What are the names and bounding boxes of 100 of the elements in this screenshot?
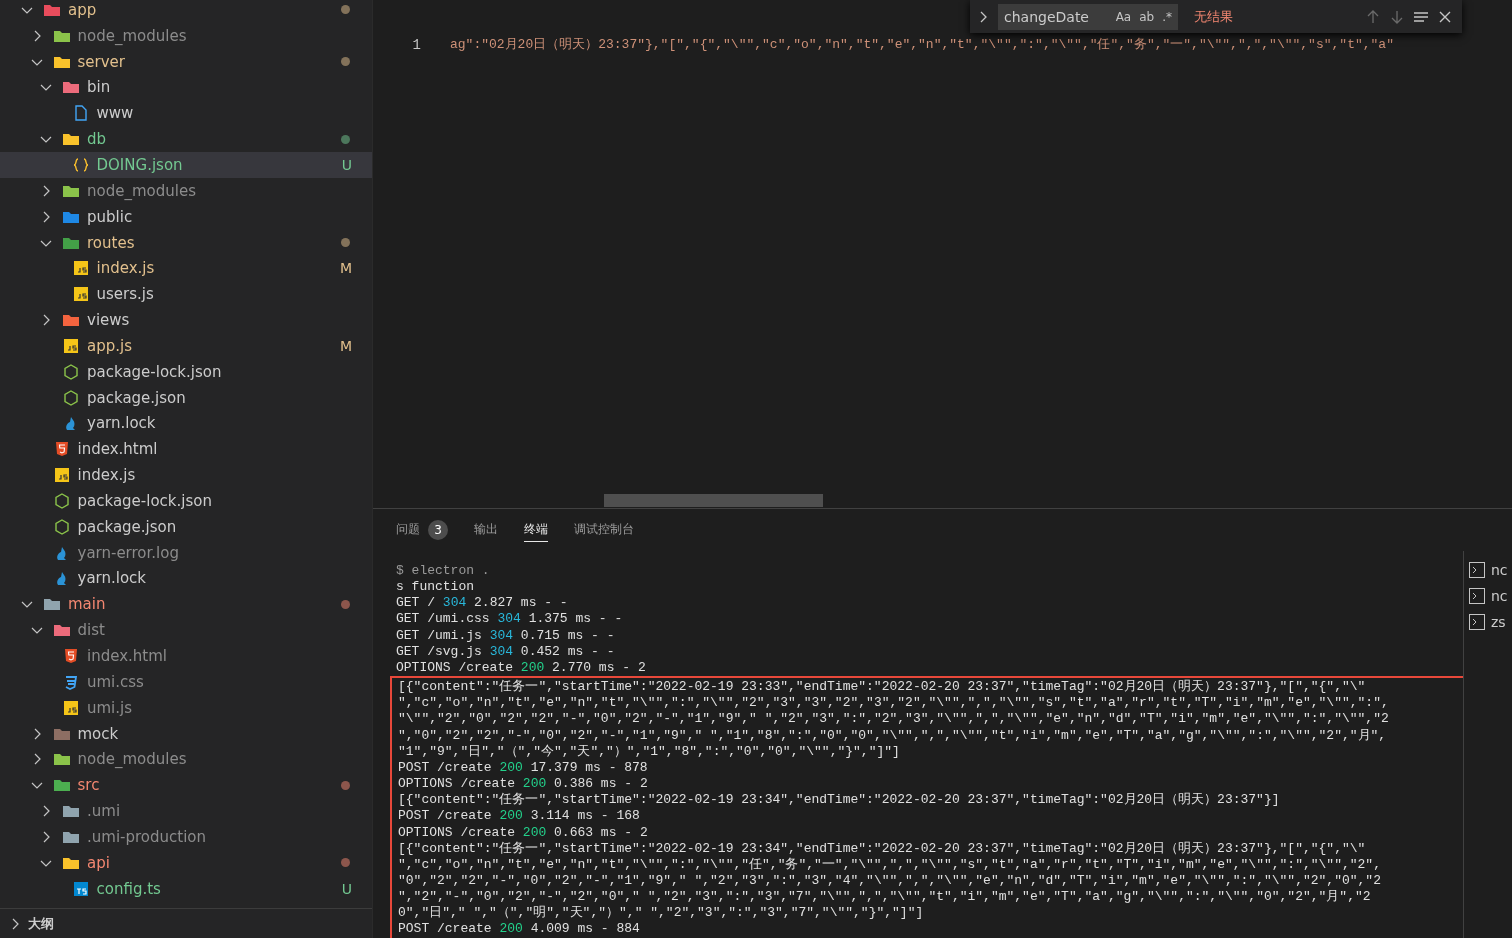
file-item[interactable]: app.js M	[0, 332, 372, 359]
terminal-line: GET / 304 2.827 ms - -	[396, 595, 569, 612]
file-name: DOING.json	[96, 156, 184, 174]
terminal-line: OPTIONS /create 200 0.663 ms - 2	[398, 824, 649, 841]
folder-item[interactable]: server	[0, 48, 372, 75]
file-item[interactable]: index.html	[0, 643, 372, 669]
file-name: main	[68, 595, 107, 614]
file-item[interactable]: umi.js	[0, 694, 372, 721]
folder-item[interactable]: db	[0, 126, 372, 153]
file-item[interactable]: DOING.json U	[0, 152, 372, 178]
terminal-list-item[interactable]: nc	[1464, 583, 1512, 609]
hexagon-icon	[52, 492, 71, 509]
file-name: node_modules	[87, 181, 197, 200]
file-item[interactable]: package-lock.json	[0, 488, 372, 514]
file-item[interactable]: package.json	[0, 384, 372, 411]
folder-icon	[52, 622, 71, 639]
file-item[interactable]: yarn-error.log	[0, 539, 372, 566]
file-name: mock	[77, 724, 120, 743]
file-item[interactable]: config.ts U	[0, 875, 372, 902]
file-name: node_modules	[77, 750, 188, 769]
terminal-line: ","c","o","n","t","e","n","t","\"",":","\"","2","3","3","2","3","2","\"",",","\"","s","t","a","r","t","T","i","m","e","\"",":",	[398, 695, 1390, 712]
file-item[interactable]: users.js	[0, 281, 372, 308]
file-item[interactable]: yarn.lock	[0, 410, 372, 437]
file-item[interactable]: index.js	[0, 462, 372, 489]
folder-item[interactable]: dist	[0, 617, 372, 644]
git-status-letter: U	[341, 157, 352, 173]
scrollbar-thumb[interactable]	[604, 494, 823, 507]
folder-item[interactable]: mock	[0, 720, 372, 747]
terminal-line: GET /svg.js 304 0.452 ms - -	[396, 643, 616, 660]
folder-item[interactable]: .umi-production	[0, 824, 372, 850]
file-name: index.js	[96, 259, 156, 278]
file-name: .umi	[87, 802, 122, 821]
file-name: bin	[87, 78, 112, 97]
file-item[interactable]: package-lock.json	[0, 358, 372, 385]
file-name: users.js	[96, 285, 155, 304]
folder-item[interactable]: routes	[0, 229, 372, 256]
folder-item[interactable]: src	[0, 772, 372, 799]
folder-item[interactable]: views	[0, 307, 372, 333]
folder-item[interactable]: node_modules	[0, 22, 372, 49]
folder-item[interactable]: node_modules	[0, 746, 372, 773]
file-name: package-lock.json	[87, 362, 223, 381]
file-name: yarn-error.log	[77, 543, 180, 562]
file-item[interactable]: yarn.lock	[0, 565, 372, 592]
terminal-list-item[interactable]: nc	[1464, 557, 1512, 583]
terminal-line: GET /umi.js 304 0.715 ms - -	[396, 627, 616, 644]
find-option-toggle[interactable]: Aa	[1115, 9, 1132, 24]
hexagon-icon	[52, 518, 71, 535]
file-name: server	[77, 52, 126, 71]
file-item[interactable]: index.html	[0, 436, 372, 463]
find-result-text: 无结果	[1194, 7, 1234, 26]
folder-item[interactable]: public	[0, 203, 372, 230]
panel-tab[interactable]: 问题 3	[396, 518, 448, 542]
file-name: routes	[87, 233, 136, 252]
file-name: config.ts	[96, 879, 162, 898]
file-item[interactable]: package.json	[0, 513, 372, 540]
tab-label: 问题	[396, 521, 420, 538]
file-item[interactable]: index.js M	[0, 255, 372, 282]
find-option-toggle[interactable]: .*	[1162, 9, 1172, 24]
file-name: app	[68, 0, 98, 19]
ts-file-icon	[71, 880, 90, 897]
folder-item[interactable]: app	[0, 0, 372, 23]
outline-section-header[interactable]: 大纲	[0, 908, 372, 938]
folder-icon	[43, 596, 61, 613]
terminal-line: OPTIONS /create 200 2.770 ms - 2	[396, 659, 647, 677]
file-name: yarn.lock	[87, 414, 157, 433]
folder-item[interactable]: main	[0, 591, 372, 618]
file-name: www	[96, 104, 135, 123]
terminal-line: OPTIONS /create 200 0.386 ms - 2	[398, 776, 649, 792]
terminal-line: ","0","2","2","-","0","2","-","1","9"," ","1","8",":","0","0","\"",",","\"","t","i","m","e","T","a","g","\"",":","\"","2","月",	[398, 727, 1388, 744]
file-name: dist	[77, 621, 106, 640]
folder-item[interactable]: .umi	[0, 798, 372, 824]
find-input[interactable]: changeDate Aa ab .*	[998, 3, 1178, 30]
terminal-list-item[interactable]: zs	[1464, 609, 1512, 635]
file-name: index.html	[87, 647, 168, 665]
terminal-line: GET /umi.css 304 1.375 ms - -	[396, 611, 624, 628]
braces-icon	[71, 157, 90, 173]
terminal-line: [{"content":"任务一","startTime":"2022-02-19 23:34","endTime":"2022-02-20 23:37","timeTag":"02月20日（明天）23:37"},"[","{","\"	[398, 840, 1367, 857]
find-option-toggle[interactable]: ab	[1139, 9, 1155, 24]
file-name: package.json	[87, 388, 187, 407]
terminal-line: "1","9","日","（","今","天","）","1","8",":","0","0","\"","}","]"]	[398, 743, 901, 760]
file-item[interactable]: www	[0, 100, 372, 127]
file-name: .umi-production	[87, 827, 207, 846]
git-status-letter: M	[339, 337, 352, 354]
file-item[interactable]: umi.css	[0, 668, 372, 695]
hexagon-icon	[62, 363, 80, 380]
folder-item[interactable]: bin	[0, 74, 372, 101]
terminal-line: POST /create 200 3.114 ms - 168	[398, 808, 641, 825]
terminal-line: POST /create 200 4.009 ms - 884	[398, 921, 641, 938]
folder-item[interactable]: node_modules	[0, 177, 372, 204]
file-name: src	[77, 776, 101, 795]
folder-item[interactable]: api	[0, 849, 372, 876]
file-name: node_modules	[77, 26, 188, 45]
file-name: app.js	[87, 336, 133, 355]
hexagon-icon	[62, 389, 80, 406]
terminal-line: $ electron .	[396, 563, 491, 580]
file-name: public	[87, 207, 134, 226]
git-status-letter: M	[339, 260, 352, 277]
file-name: umi.css	[87, 672, 145, 691]
terminal-name: zs	[1491, 614, 1506, 630]
terminal-icon	[1468, 561, 1486, 579]
